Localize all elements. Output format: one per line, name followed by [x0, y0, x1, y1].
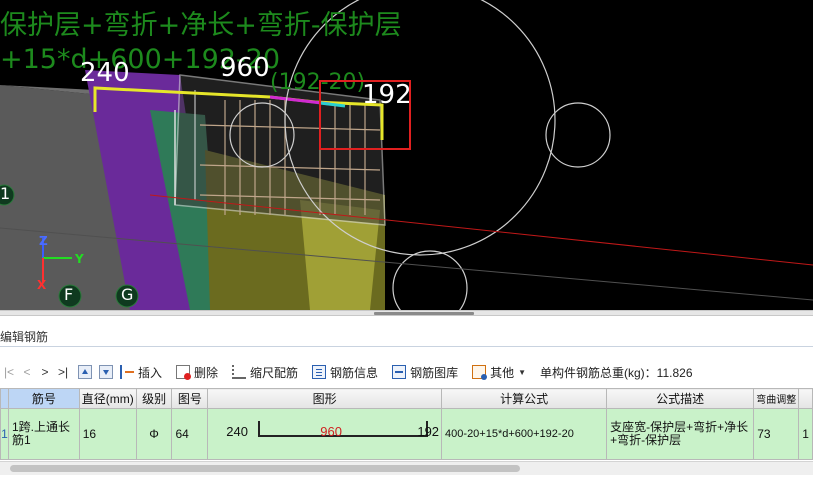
col-header-desc[interactable]: 公式描述 — [606, 388, 755, 409]
shape-right-length: 192 — [417, 424, 440, 439]
cell-shape[interactable]: 240 960 192 — [207, 408, 443, 460]
first-record-button[interactable]: |< — [0, 365, 18, 379]
axis-x-label: X — [37, 278, 47, 292]
document-icon — [312, 365, 327, 379]
scale-label: 缩尺配筋 — [250, 365, 299, 380]
dimension-middle-label: 960 — [220, 53, 270, 83]
last-record-button[interactable]: >| — [54, 365, 72, 379]
row-header-corner — [0, 388, 9, 409]
row-number[interactable]: 1 — [0, 408, 9, 460]
cell-figure-no[interactable]: 64 — [171, 408, 209, 460]
rebar-info-button[interactable]: 钢筋信息 — [312, 364, 378, 381]
table-row[interactable]: 1 1跨.上通长筋1 16 Φ 64 240 960 192 400-20+15… — [0, 408, 813, 460]
scale-icon — [232, 365, 247, 379]
delete-icon — [176, 365, 192, 380]
other-icon — [472, 365, 488, 380]
panel-title-divider — [0, 346, 813, 347]
rebar-shape-diagram — [258, 421, 429, 437]
col-header-formula[interactable]: 计算公式 — [441, 388, 608, 409]
cell-grade[interactable]: Φ — [135, 408, 173, 460]
chevron-down-icon: ▼ — [518, 367, 527, 377]
scrollbar-thumb[interactable] — [10, 465, 520, 472]
col-header-grade[interactable]: 级别 — [135, 388, 173, 409]
panel-title: 编辑钢筋 — [0, 330, 49, 344]
insert-label: 插入 — [138, 365, 163, 380]
col-header-extra[interactable] — [798, 388, 813, 409]
shape-left-length: 240 — [226, 424, 248, 439]
axis-y-label: Y — [75, 252, 84, 266]
shape-middle-length: 960 — [320, 424, 342, 439]
other-label: 其他 — [490, 365, 515, 380]
3d-viewport[interactable]: 保护层+弯折+净长+弯折-保护层 +15*d+600+192-20 240 96… — [0, 0, 813, 310]
panel-splitter[interactable] — [0, 310, 813, 316]
cell-extra[interactable]: 1 — [798, 408, 813, 460]
cell-desc[interactable]: 支座宽-保护层+弯折+净长+弯折-保护层 — [606, 408, 755, 460]
grid-axis-f-label: F — [64, 285, 74, 304]
rebar-toolbar: |< < > >| 插入 删除 缩尺配筋 钢筋信息 钢筋图库 其他 ▼ 单构件钢… — [0, 361, 813, 383]
col-header-bend[interactable]: 弯曲调整 — [753, 388, 800, 409]
cell-diameter[interactable]: 16 — [78, 408, 137, 460]
highlight-box — [319, 80, 411, 150]
horizontal-scrollbar[interactable] — [0, 461, 813, 475]
table-header-row: 筋号 直径(mm) 级别 图号 图形 计算公式 公式描述 弯曲调整 — [0, 388, 813, 409]
total-weight-label: 单构件钢筋总重(kg)：11.826 — [540, 365, 693, 380]
cell-bar-no[interactable]: 1跨.上通长筋1 — [7, 408, 80, 460]
cell-formula[interactable]: 400-20+15*d+600+192-20 — [441, 408, 608, 460]
rebar-info-label: 钢筋信息 — [330, 365, 379, 380]
rebar-table: 筋号 直径(mm) 级别 图号 图形 计算公式 公式描述 弯曲调整 1 1跨.上… — [0, 388, 813, 460]
cell-bend[interactable]: 73 — [753, 408, 800, 460]
next-record-button[interactable]: > — [36, 365, 54, 379]
move-down-icon[interactable] — [99, 365, 113, 379]
col-header-figure-no[interactable]: 图号 — [171, 388, 209, 409]
col-header-diameter[interactable]: 直径(mm) — [78, 388, 137, 409]
library-icon — [392, 365, 407, 379]
col-header-bar-no[interactable]: 筋号 — [7, 388, 80, 409]
prev-record-button[interactable]: < — [18, 365, 36, 379]
rebar-library-label: 钢筋图库 — [410, 365, 459, 380]
splitter-grip[interactable] — [374, 312, 474, 315]
grid-axis-1-label: 1 — [0, 184, 11, 203]
move-up-icon[interactable] — [78, 365, 92, 379]
axis-z-label: Z — [39, 234, 48, 248]
rebar-library-button[interactable]: 钢筋图库 — [392, 364, 458, 381]
insert-button[interactable]: 插入 — [120, 364, 162, 381]
formula-description-overlay: 保护层+弯折+净长+弯折-保护层 — [0, 10, 402, 41]
other-dropdown-button[interactable]: 其他 ▼ — [472, 364, 526, 381]
delete-button[interactable]: 删除 — [176, 364, 218, 381]
scale-rebar-button[interactable]: 缩尺配筋 — [232, 364, 298, 381]
grid-axis-g-label: G — [121, 285, 134, 304]
dimension-left-label: 240 — [80, 58, 130, 88]
delete-label: 删除 — [194, 365, 219, 380]
insert-icon — [120, 365, 134, 379]
col-header-shape[interactable]: 图形 — [207, 388, 443, 409]
